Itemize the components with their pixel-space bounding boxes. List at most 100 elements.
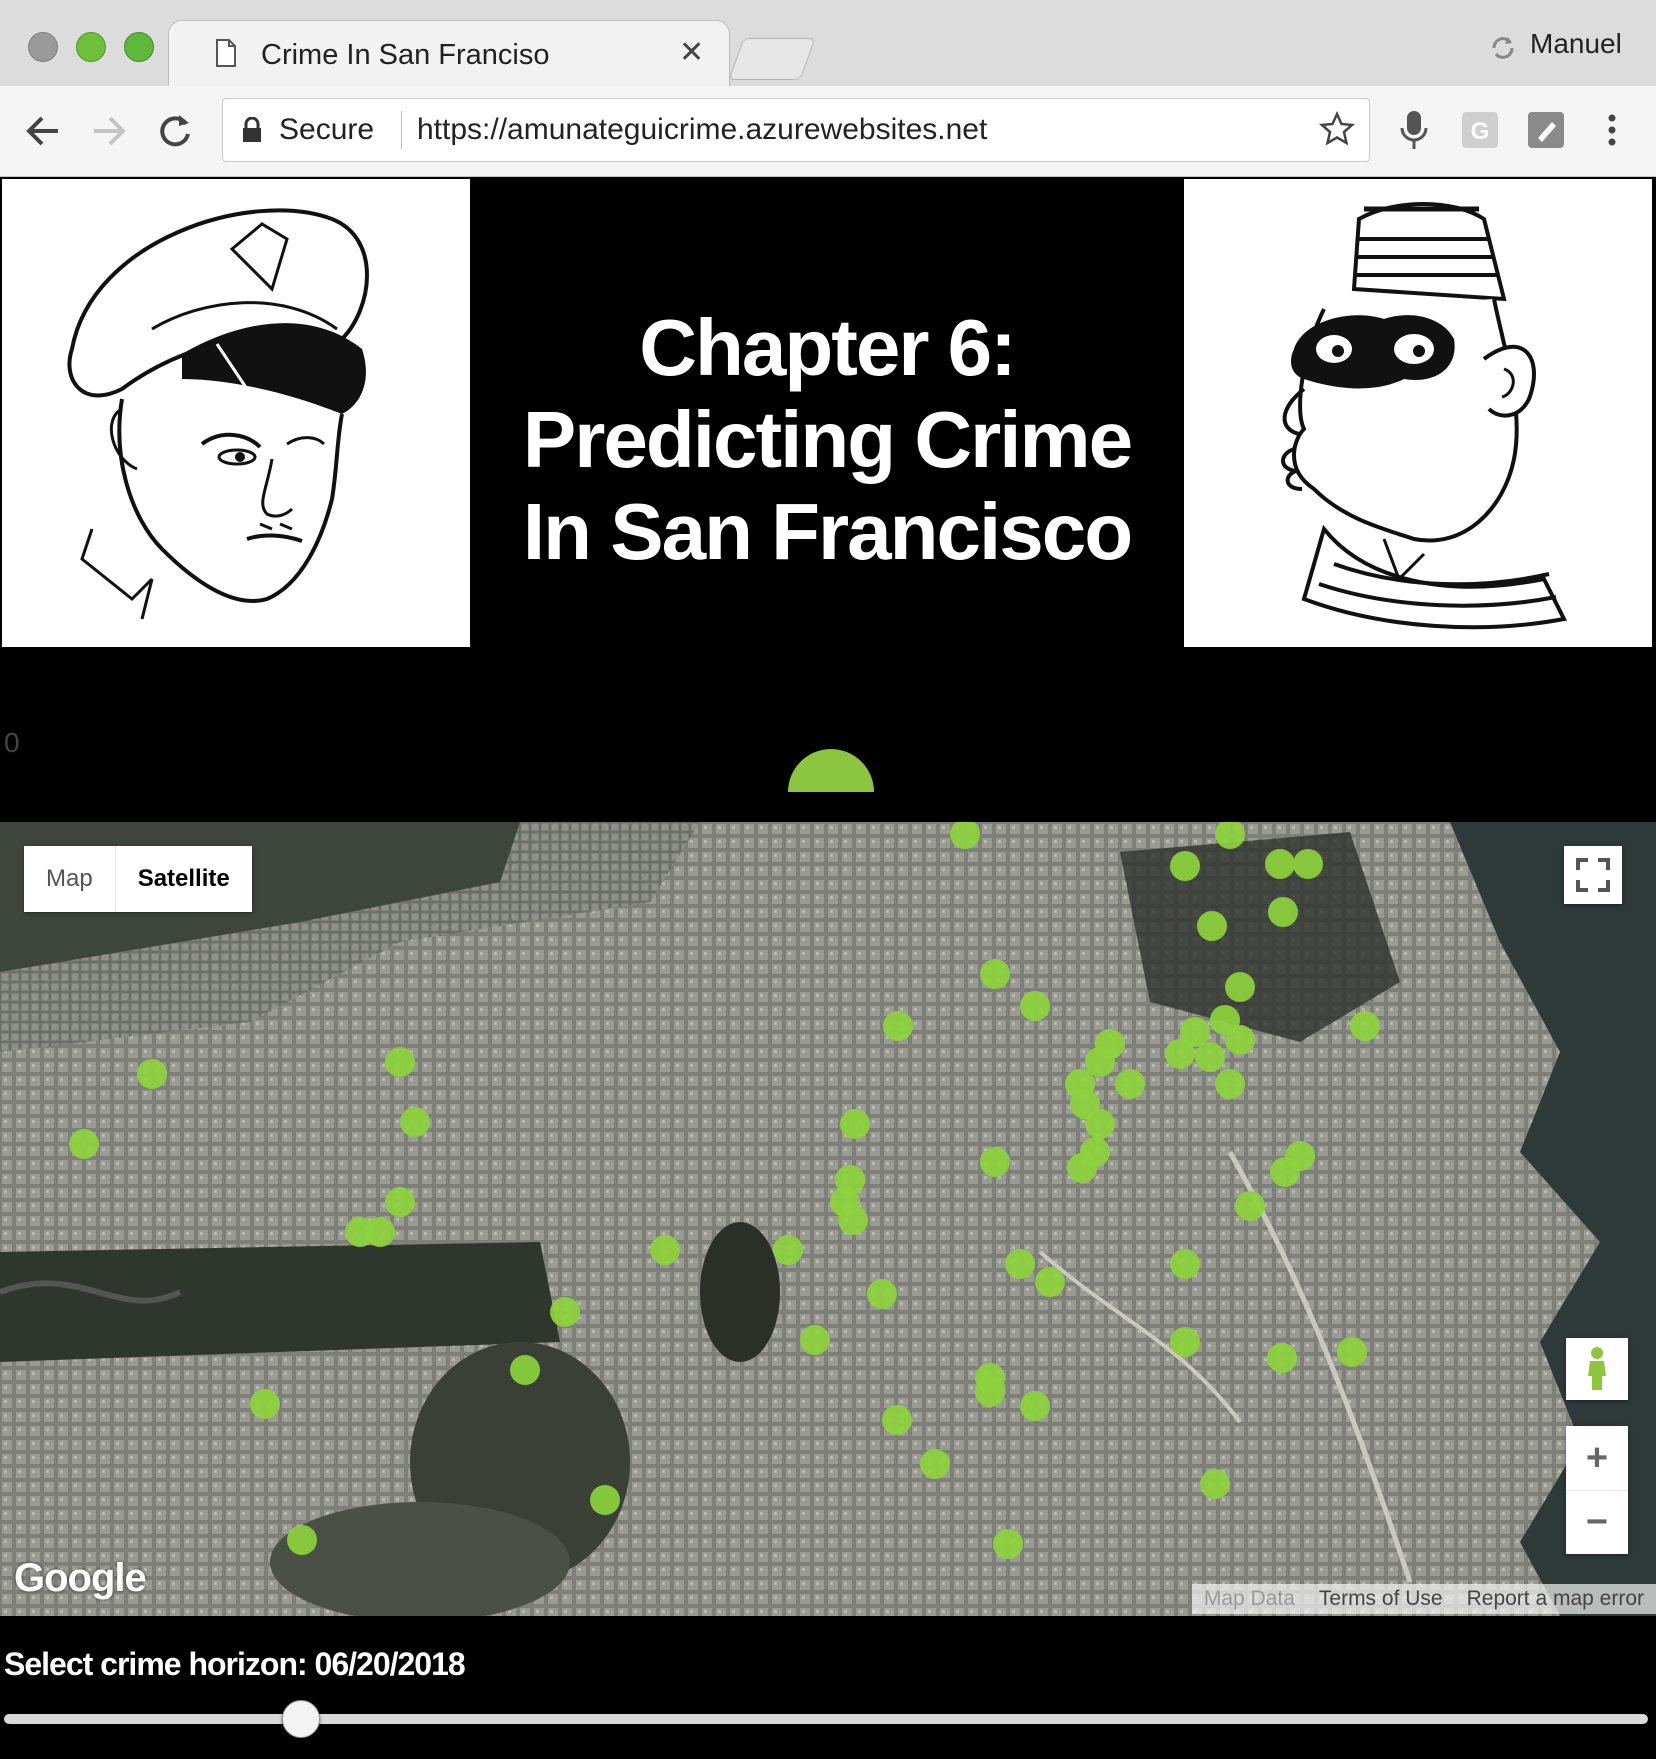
crime-marker [385, 1187, 415, 1217]
map-type-map-button[interactable]: Map [24, 846, 116, 912]
crime-marker [1337, 1337, 1367, 1367]
crime-marker [365, 1217, 395, 1247]
crime-marker [1350, 1011, 1380, 1041]
reload-icon[interactable] [152, 108, 198, 154]
crime-marker [650, 1235, 680, 1265]
pegman-icon [1588, 1347, 1606, 1390]
omnibox-divider [401, 111, 402, 149]
crime-marker [1115, 1069, 1145, 1099]
robber-illustration [1184, 179, 1652, 647]
crime-marker [883, 1011, 913, 1041]
profile-name[interactable]: Manuel [1530, 28, 1622, 60]
crime-marker [1035, 1267, 1065, 1297]
crime-marker [1067, 1153, 1097, 1183]
back-arrow-icon[interactable] [20, 108, 66, 154]
crime-marker [980, 1147, 1010, 1177]
police-officer-illustration [2, 179, 470, 647]
tab-strip: Crime In San Franciso ✕ Manuel [0, 0, 1656, 87]
crime-marker [69, 1129, 99, 1159]
crime-map[interactable]: Map Satellite + − Google Map Data Terms … [0, 822, 1656, 1616]
grammarly-extension-icon[interactable]: G [1460, 108, 1500, 152]
crime-marker [773, 1235, 803, 1265]
crime-marker [385, 1047, 415, 1077]
crime-marker [287, 1525, 317, 1555]
crime-marker [550, 1297, 580, 1327]
extension-icon[interactable] [1526, 108, 1566, 152]
terms-of-use-link[interactable]: Terms of Use [1307, 1584, 1455, 1614]
crime-marker [980, 959, 1010, 989]
crime-marker [1020, 1391, 1050, 1421]
svg-text:G: G [1471, 118, 1490, 145]
crime-marker [975, 1377, 1005, 1407]
crime-marker [1195, 1042, 1225, 1072]
crime-marker [1265, 849, 1295, 879]
crime-marker [920, 1449, 950, 1479]
google-logo: Google [14, 1556, 147, 1600]
browser-toolbar: Secure https://amunateguicrime.azurewebs… [0, 86, 1656, 176]
crime-marker [950, 822, 980, 849]
horizon-slider-section: Select crime horizon: 06/20/2018 [0, 1616, 1656, 1759]
crime-marker [882, 1405, 912, 1435]
map-attribution: Map Data Terms of Use Report a map error [1191, 1584, 1656, 1614]
crime-marker [1215, 1069, 1245, 1099]
crime-marker [510, 1355, 540, 1385]
crime-marker [867, 1279, 897, 1309]
crime-marker [1005, 1249, 1035, 1279]
crime-marker [1235, 1191, 1265, 1221]
microphone-icon[interactable] [1394, 108, 1434, 152]
crime-markers-layer [69, 822, 1380, 1559]
page-title: Chapter 6: Predicting Crime In San Franc… [470, 302, 1184, 578]
tab-title: Crime In San Franciso [261, 39, 550, 71]
title-line-3: In San Francisco [522, 487, 1133, 576]
menu-kebab-icon[interactable] [1592, 108, 1632, 152]
crime-marker [1197, 911, 1227, 941]
map-type-satellite-button[interactable]: Satellite [116, 846, 252, 912]
fullscreen-icon [1576, 858, 1610, 892]
crime-marker [1225, 972, 1255, 1002]
window-minimize-button[interactable] [76, 32, 106, 62]
crime-marker [840, 1109, 870, 1139]
crime-marker [1085, 1109, 1115, 1139]
crime-marker [1020, 991, 1050, 1021]
forward-arrow-icon[interactable] [86, 108, 132, 154]
new-tab-button[interactable] [728, 38, 816, 80]
crime-marker [590, 1485, 620, 1515]
zoom-out-button[interactable]: − [1566, 1490, 1628, 1554]
crime-marker [250, 1389, 280, 1419]
zoom-in-button[interactable]: + [1566, 1426, 1628, 1491]
crime-gauge [788, 749, 874, 792]
crime-marker [1215, 822, 1245, 849]
address-bar[interactable]: Secure https://amunateguicrime.azurewebs… [222, 98, 1370, 162]
crime-marker [1170, 1327, 1200, 1357]
report-map-error-link[interactable]: Report a map error [1455, 1584, 1656, 1614]
fullscreen-button[interactable] [1564, 846, 1622, 904]
bookmark-star-icon[interactable] [1319, 111, 1355, 147]
crime-marker [1225, 1025, 1255, 1055]
crime-gauge-area: 0 [0, 647, 1656, 822]
slider-thumb[interactable] [281, 1700, 320, 1738]
tab-close-icon[interactable]: ✕ [679, 35, 704, 70]
crime-marker [1170, 1249, 1200, 1279]
crime-marker [1267, 1343, 1297, 1373]
crime-marker [838, 1205, 868, 1235]
crime-marker [1200, 1469, 1230, 1499]
crime-marker [1268, 897, 1298, 927]
secure-label: Secure [279, 113, 375, 146]
crime-marker [993, 1529, 1023, 1559]
street-view-pegman-button[interactable] [1566, 1338, 1628, 1400]
window-close-button[interactable] [28, 32, 58, 62]
title-line-1: Chapter 6: [639, 303, 1017, 392]
lock-icon [243, 117, 261, 142]
url-text[interactable]: https://amunateguicrime.azurewebsites.ne… [417, 113, 987, 147]
crime-horizon-label: Select crime horizon: 06/20/2018 [4, 1646, 466, 1682]
sync-icon [1492, 37, 1514, 59]
map-data-link[interactable]: Map Data [1192, 1584, 1307, 1614]
window-maximize-button[interactable] [124, 32, 154, 62]
browser-tab-active[interactable]: Crime In San Franciso ✕ [168, 20, 730, 87]
crime-marker [1293, 849, 1323, 879]
crime-marker [1170, 851, 1200, 881]
crime-marker [137, 1059, 167, 1089]
crime-marker [1270, 1157, 1300, 1187]
crime-horizon-slider[interactable] [4, 1700, 1648, 1738]
crime-marker [800, 1325, 830, 1355]
